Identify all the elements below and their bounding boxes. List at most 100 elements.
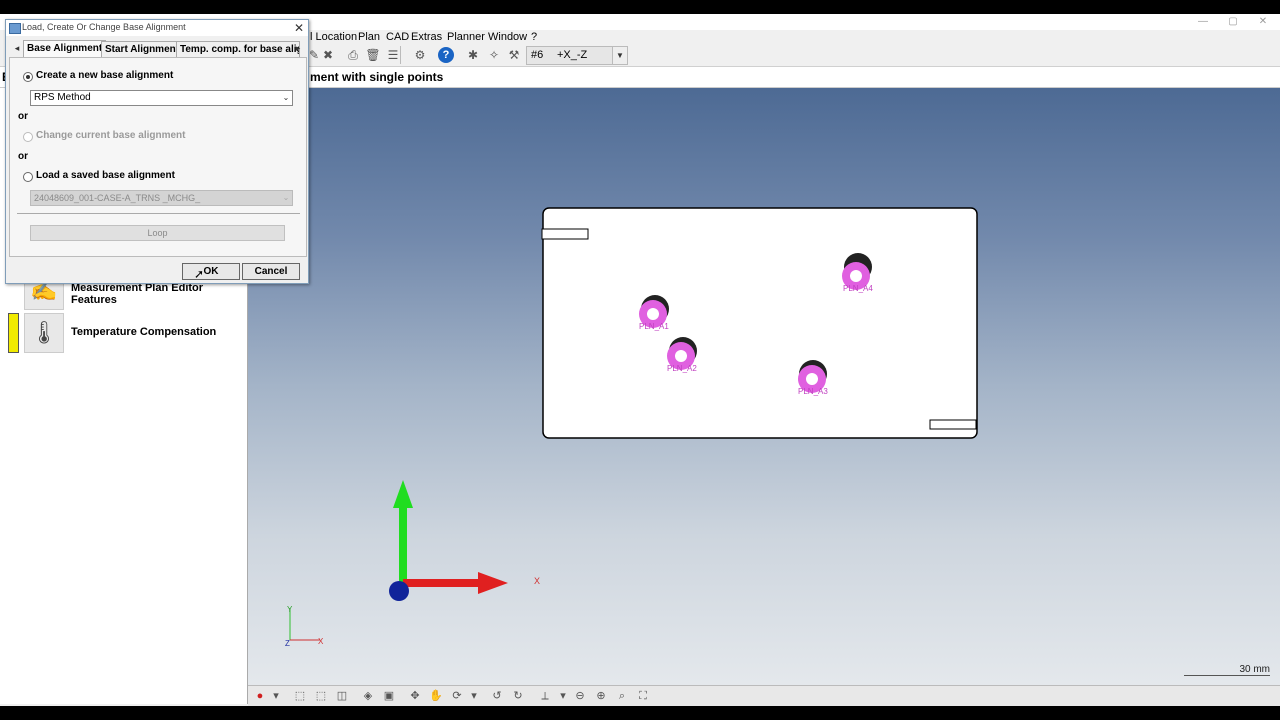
or-label: or <box>18 151 28 162</box>
app-icon <box>9 23 21 34</box>
chevron-down-icon[interactable]: ⌄ <box>281 192 291 204</box>
point-hole <box>806 373 818 385</box>
tab-temp-comp[interactable]: Temp. comp. for base alig <box>176 41 300 57</box>
part-outline <box>541 207 978 439</box>
delete-icon[interactable]: 🗑 <box>365 47 381 63</box>
point-label: PLN_A4 <box>843 284 873 293</box>
close-icon[interactable]: ✕ <box>292 20 306 36</box>
mini-x-label: X <box>318 637 324 646</box>
thermometer-gear-icon[interactable]: 🌡 <box>24 313 64 353</box>
point-hole <box>675 350 687 362</box>
radio-create[interactable] <box>23 72 33 82</box>
feature-label-temp-comp[interactable]: Temperature Compensation <box>71 326 216 338</box>
mouse-cursor-icon: ➚ <box>194 267 205 281</box>
load-label: Load a saved base alignment <box>36 170 175 181</box>
help-icon[interactable]: ? <box>438 47 454 63</box>
view-direction: +X_-Z <box>557 49 588 61</box>
toolbar-separator <box>400 46 401 64</box>
tab-base-alignment[interactable]: Base Alignment <box>23 40 107 57</box>
y-axis-arrowhead <box>393 480 413 508</box>
minimize-icon[interactable]: — <box>1188 14 1218 30</box>
method-value: RPS Method <box>34 92 91 103</box>
or-label: or <box>18 111 28 122</box>
saved-alignment-select[interactable]: 24048609_001-CASE-A_TRNS _MCHG_ ⌄ <box>30 190 293 206</box>
zoom-out-icon[interactable]: ⊖ <box>572 688 588 704</box>
menu-plan[interactable]: Plan <box>358 30 380 44</box>
part-slot-bottom <box>929 419 977 430</box>
printer-setup-icon[interactable]: ⚙ <box>412 47 428 63</box>
loop-button[interactable]: Loop <box>30 225 285 241</box>
rotate-right-icon[interactable]: ↻ <box>510 688 526 704</box>
saved-alignment-value: 24048609_001-CASE-A_TRNS _MCHG_ <box>34 193 201 203</box>
menu-help[interactable]: ? <box>531 30 537 44</box>
point-label: PLN_A2 <box>667 364 697 373</box>
ok-button[interactable]: OK <box>182 263 240 280</box>
rps-point-4: PLN_A4 <box>842 253 873 293</box>
feature-status-bar <box>8 313 19 353</box>
axis-icon[interactable]: ⟂ <box>537 688 553 704</box>
maximize-icon[interactable]: ▢ <box>1218 14 1248 30</box>
rotate-icon[interactable]: ⟳ <box>449 688 465 704</box>
chevron-down-icon[interactable]: ▼ <box>612 47 627 64</box>
create-label: Create a new base alignment <box>36 70 174 81</box>
pan-icon[interactable]: ✥ <box>407 688 423 704</box>
dialog-title-bar: Load, Create Or Change Base Alignment <box>6 20 308 36</box>
feature-label-plan-editor[interactable]: Measurement Plan Editor Features <box>71 282 247 306</box>
cad-scene: PLN_A1 PLN_A2 PLN_A3 PLN_A4 X Y X Z <box>285 207 978 648</box>
x-axis-shaft <box>403 579 489 587</box>
change-label: Change current base alignment <box>36 130 186 141</box>
solid-cube-icon[interactable]: ◈ <box>360 688 376 704</box>
gear-icon[interactable]: ✱ <box>465 47 481 63</box>
zoom-fit-icon[interactable]: ⛶ <box>635 688 651 704</box>
tab-scroll-right-icon[interactable]: ▸ <box>293 42 303 55</box>
chevron-down-icon[interactable]: ▾ <box>268 688 284 704</box>
probe-icon[interactable]: ✧ <box>486 47 502 63</box>
record-icon[interactable]: ● <box>252 688 268 704</box>
point-label: PLN_A3 <box>798 387 828 396</box>
rps-point-3: PLN_A3 <box>798 360 828 396</box>
chevron-down-icon[interactable]: ▾ <box>466 688 482 704</box>
menu-cad[interactable]: CAD <box>386 30 409 44</box>
z-axis-origin <box>389 581 409 601</box>
screen-border <box>0 706 1280 720</box>
y-axis-shaft <box>399 496 407 588</box>
tab-scroll-left-icon[interactable]: ◂ <box>12 42 22 55</box>
print-icon[interactable]: ⎙ <box>345 47 361 63</box>
divider <box>17 213 300 214</box>
zoom-in-icon[interactable]: ⊕ <box>593 688 609 704</box>
hand-icon[interactable]: ✋ <box>428 688 444 704</box>
select-icon[interactable]: ⬚ <box>292 688 308 704</box>
settings-icon[interactable]: ⚒ <box>506 47 522 63</box>
radio-load[interactable] <box>23 172 33 182</box>
part-slot-top <box>541 228 589 240</box>
document-icon[interactable]: ☰ <box>385 47 401 63</box>
menu-location[interactable]: l Location <box>310 30 357 44</box>
mini-axis-triad: Y X Z <box>285 605 324 648</box>
point-label: PLN_A1 <box>639 322 669 331</box>
shaded-cube-icon[interactable]: ▣ <box>381 688 397 704</box>
chevron-down-icon[interactable]: ⌄ <box>281 92 291 104</box>
menu-window[interactable]: Window <box>488 30 527 44</box>
cube-icon[interactable]: ◫ <box>334 688 350 704</box>
view-selector[interactable]: #6 +X_-Z ▼ <box>526 46 628 65</box>
rotate-left-icon[interactable]: ↺ <box>489 688 505 704</box>
base-alignment-dialog: Load, Create Or Change Base Alignment ✕ … <box>5 19 309 284</box>
cut-icon[interactable]: ⬚ <box>313 688 329 704</box>
radio-change[interactable] <box>23 132 33 142</box>
info-text: ment with single points <box>310 70 444 84</box>
menu-planner[interactable]: Planner <box>447 30 485 44</box>
cancel-button[interactable]: Cancel <box>242 263 300 280</box>
zoom-icon[interactable]: ⌕ <box>614 688 630 704</box>
tools-cross-icon[interactable]: ✖ <box>320 47 336 63</box>
chevron-down-icon[interactable]: ▾ <box>555 688 571 704</box>
tab-start-alignment[interactable]: Start Alignment <box>101 41 184 57</box>
scale-bar: 30 mm <box>1184 664 1270 676</box>
x-axis-label: X <box>534 576 540 586</box>
close-icon[interactable]: ✕ <box>1248 14 1278 30</box>
method-select[interactable]: RPS Method ⌄ <box>30 90 293 106</box>
view-toolbar <box>248 685 1280 707</box>
point-hole <box>850 270 862 282</box>
menu-extras[interactable]: Extras <box>411 30 442 44</box>
coordinate-axes: X <box>389 480 540 601</box>
dialog-title: Load, Create Or Change Base Alignment <box>22 22 186 32</box>
